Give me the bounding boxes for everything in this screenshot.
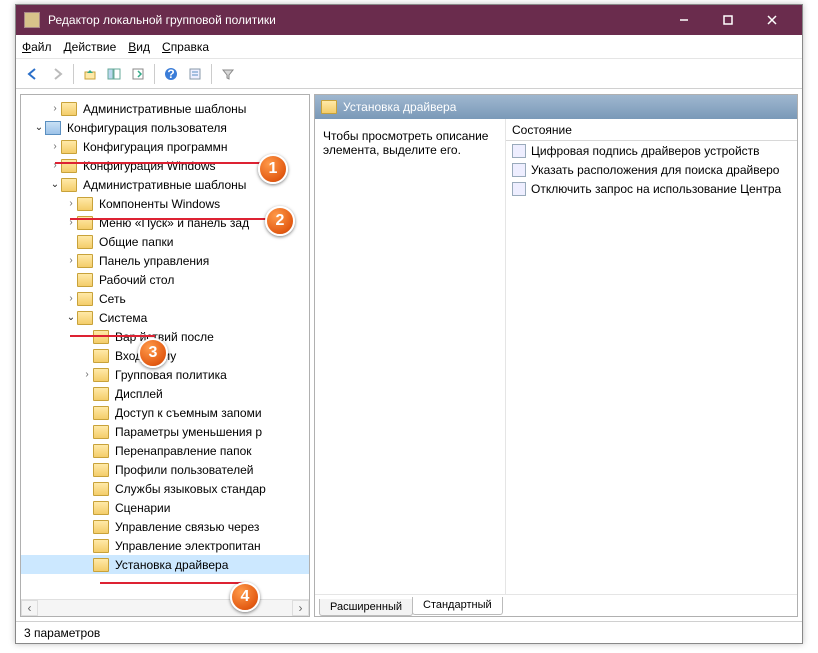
minimize-button[interactable] bbox=[662, 5, 706, 35]
tree-item-reduction-params[interactable]: Параметры уменьшения р bbox=[21, 422, 309, 441]
content-area: ›Административные шаблоны ⌄Конфигурация … bbox=[16, 89, 802, 621]
callout-4: 4 bbox=[230, 582, 260, 612]
statusbar: 3 параметров bbox=[16, 621, 802, 643]
folder-icon bbox=[321, 100, 337, 114]
tree-item-admin-templates-top[interactable]: ›Административные шаблоны bbox=[21, 99, 309, 118]
up-folder-button[interactable] bbox=[79, 63, 101, 85]
app-window: Редактор локальной групповой политики Фа… bbox=[15, 4, 803, 644]
details-title: Установка драйвера bbox=[343, 100, 456, 114]
menu-view[interactable]: Вид bbox=[128, 40, 150, 54]
tree-item-folder-redirection[interactable]: Перенаправление папок bbox=[21, 441, 309, 460]
tree-item-removable-access[interactable]: Доступ к съемным запоми bbox=[21, 403, 309, 422]
tree-item-lang-services[interactable]: Службы языковых стандар bbox=[21, 479, 309, 498]
tab-standard[interactable]: Стандартный bbox=[412, 597, 503, 615]
tree-item-network[interactable]: ›Сеть bbox=[21, 289, 309, 308]
menubar: Файл Действие Вид Справка bbox=[16, 35, 802, 59]
scroll-left-button[interactable]: ‹ bbox=[21, 600, 38, 616]
policy-icon bbox=[512, 182, 526, 196]
help-panel: Чтобы просмотреть описание элемента, выд… bbox=[315, 119, 505, 594]
titlebar: Редактор локальной групповой политики bbox=[16, 5, 802, 35]
app-icon bbox=[24, 12, 40, 28]
tree-item-control-panel[interactable]: ›Панель управления bbox=[21, 251, 309, 270]
tree-item-display[interactable]: Дисплей bbox=[21, 384, 309, 403]
tree-item-system[interactable]: ⌄Система bbox=[21, 308, 309, 327]
policy-icon bbox=[512, 163, 526, 177]
tree-item-group-policy[interactable]: ›Групповая политика bbox=[21, 365, 309, 384]
export-list-button[interactable] bbox=[127, 63, 149, 85]
help-text: Чтобы просмотреть описание элемента, выд… bbox=[323, 129, 497, 157]
close-button[interactable] bbox=[750, 5, 794, 35]
tab-extended[interactable]: Расширенный bbox=[319, 599, 413, 616]
tree-item-components-windows[interactable]: ›Компоненты Windows bbox=[21, 194, 309, 213]
tree-item-connection-mgmt[interactable]: Управление связью через bbox=[21, 517, 309, 536]
window-title: Редактор локальной групповой политики bbox=[48, 13, 662, 27]
show-hide-tree-button[interactable] bbox=[103, 63, 125, 85]
tree-item-software-config[interactable]: ›Конфигурация программн bbox=[21, 137, 309, 156]
tree-item-scenarios[interactable]: Сценарии bbox=[21, 498, 309, 517]
tree-item-driver-install[interactable]: Установка драйвера bbox=[21, 555, 309, 574]
callout-3: 3 bbox=[138, 338, 168, 368]
setting-item[interactable]: Цифровая подпись драйверов устройств bbox=[506, 141, 797, 160]
menu-file[interactable]: Файл bbox=[22, 40, 52, 54]
tree-item-shared-folders[interactable]: Общие папки bbox=[21, 232, 309, 251]
forward-button[interactable] bbox=[46, 63, 68, 85]
view-tabs: Расширенный Стандартный bbox=[315, 594, 797, 616]
tree-item-power-mgmt[interactable]: Управление электропитан bbox=[21, 536, 309, 555]
toolbar: ? bbox=[16, 59, 802, 89]
details-header: Установка драйвера bbox=[315, 95, 797, 119]
tree-item-user-profiles[interactable]: Профили пользователей bbox=[21, 460, 309, 479]
tree-item-user-config[interactable]: ⌄Конфигурация пользователя bbox=[21, 118, 309, 137]
tree-horizontal-scrollbar[interactable]: ‹ › bbox=[21, 599, 309, 616]
status-text: 3 параметров bbox=[24, 626, 100, 640]
help-button[interactable]: ? bbox=[160, 63, 182, 85]
filter-button[interactable] bbox=[217, 63, 239, 85]
svg-text:?: ? bbox=[167, 67, 174, 81]
setting-item[interactable]: Отключить запрос на использование Центра bbox=[506, 179, 797, 198]
scroll-right-button[interactable]: › bbox=[292, 600, 309, 616]
maximize-button[interactable] bbox=[706, 5, 750, 35]
tree-item-desktop[interactable]: Рабочий стол bbox=[21, 270, 309, 289]
callout-2: 2 bbox=[265, 206, 295, 236]
user-config-icon bbox=[45, 121, 61, 135]
column-header-state[interactable]: Состояние bbox=[506, 119, 797, 141]
back-button[interactable] bbox=[22, 63, 44, 85]
policy-icon bbox=[512, 144, 526, 158]
details-pane: Установка драйвера Чтобы просмотреть опи… bbox=[314, 94, 798, 617]
menu-action[interactable]: Действие bbox=[64, 40, 117, 54]
properties-button[interactable] bbox=[184, 63, 206, 85]
settings-list: Состояние Цифровая подпись драйверов уст… bbox=[505, 119, 797, 594]
callout-1: 1 bbox=[258, 154, 288, 184]
menu-help[interactable]: Справка bbox=[162, 40, 209, 54]
setting-item[interactable]: Указать расположения для поиска драйверо bbox=[506, 160, 797, 179]
